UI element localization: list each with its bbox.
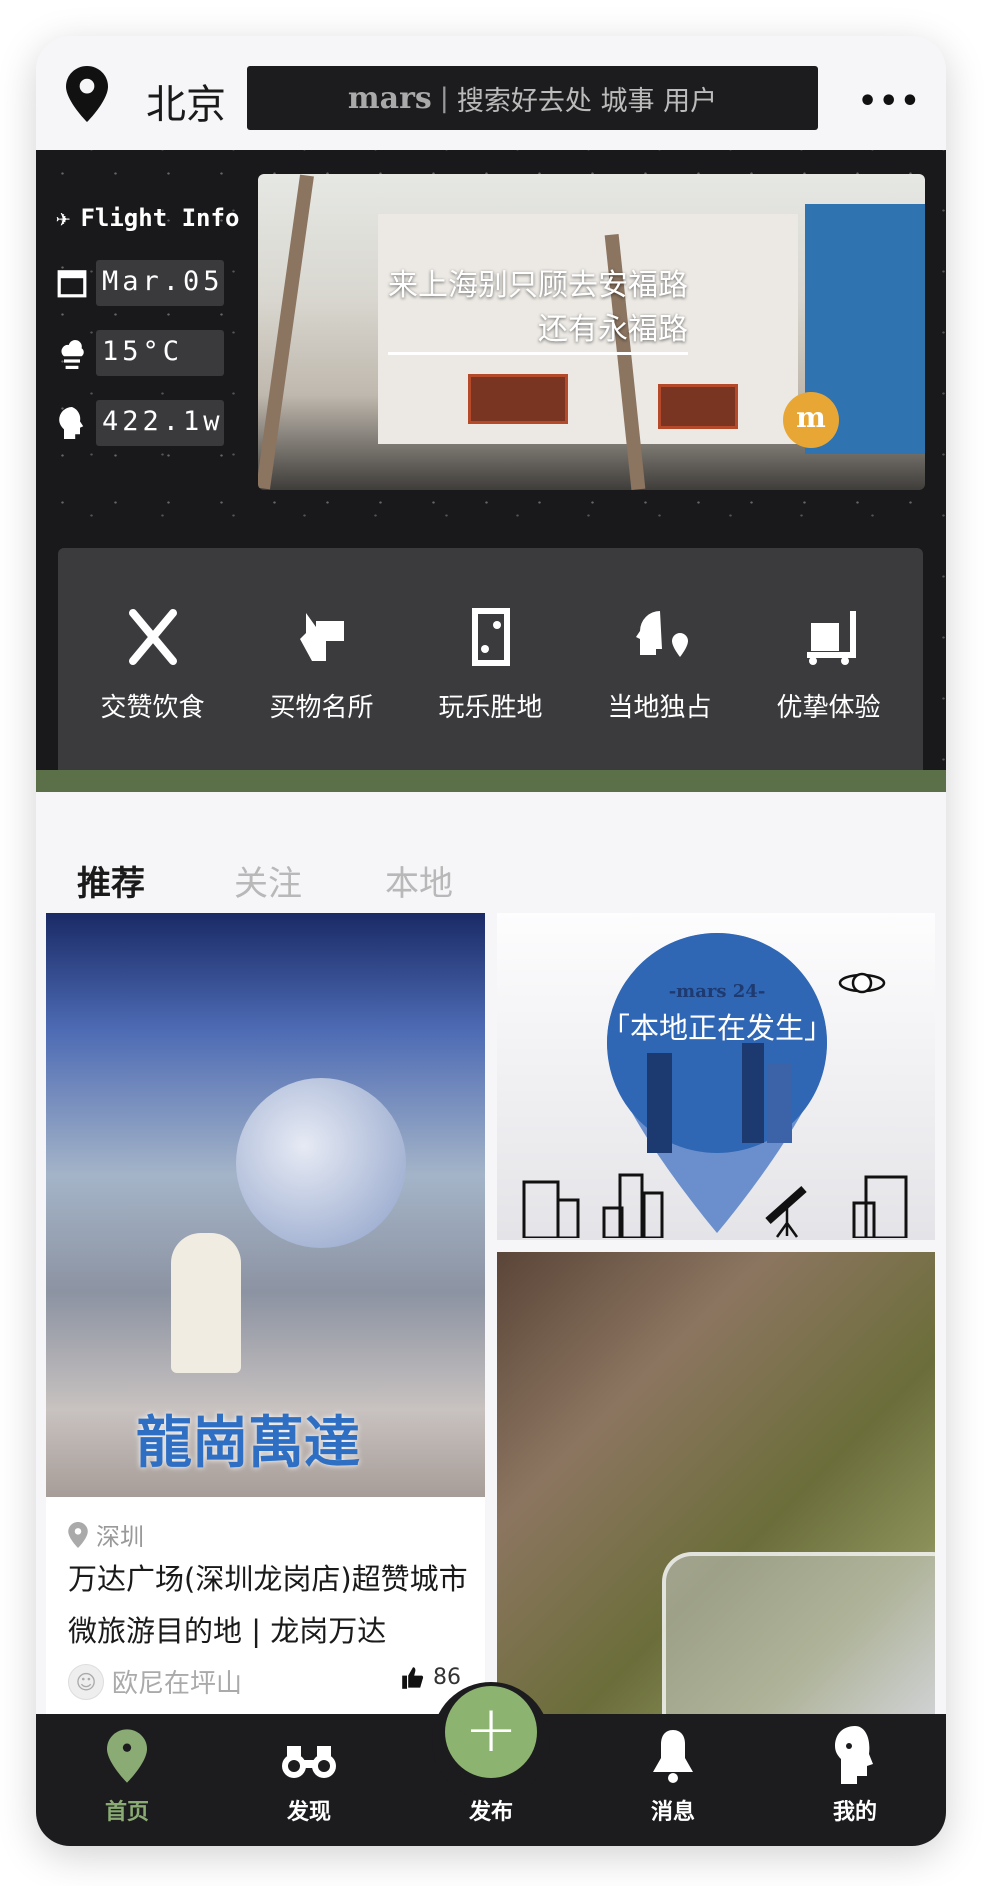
category-food[interactable]: 交赞饮食 — [78, 605, 228, 724]
category-experience[interactable]: 优挚体验 — [754, 605, 904, 724]
banner-caption-line2: 还有永福路 — [388, 308, 688, 355]
category-label: 交赞饮食 — [100, 693, 205, 723]
office-building-icon — [852, 1175, 908, 1238]
search-bar[interactable]: mars | 搜索好去处 城事 用户 — [247, 66, 818, 130]
flight-info-label: ✈ Flight Info — [56, 204, 239, 232]
feed-tabs: 推荐 关注 本地 — [36, 792, 946, 922]
location-pin-icon — [107, 1729, 147, 1783]
calendar-icon — [57, 270, 87, 298]
feed-card-left[interactable]: 龍崗萬達 深圳 万达广场(深圳龙岗店)超赞城市微旅游目的地 | 龙岗万达 ☺ 欧… — [46, 913, 485, 1723]
author-avatar: ☺ — [68, 1663, 104, 1700]
nav-label: 我的 — [832, 1800, 877, 1825]
banner-caption: 来上海别只顾去安福路 还有永福路 — [388, 264, 688, 355]
bell-icon — [653, 1730, 693, 1783]
ticket-icon — [471, 608, 510, 666]
banner-tree — [258, 174, 314, 490]
tab-recommended[interactable]: 推荐 — [77, 856, 145, 905]
planet-icon — [838, 972, 886, 994]
image-child — [171, 1233, 241, 1373]
building-icon — [522, 1180, 580, 1238]
thumbs-up-icon — [402, 1666, 424, 1689]
location-pin-icon[interactable] — [66, 66, 108, 122]
image-moon — [236, 1078, 406, 1248]
luggage-cart-icon — [806, 611, 856, 665]
head-profile-icon — [835, 1726, 873, 1784]
banner-window — [658, 384, 738, 429]
card-title: 万达广场(深圳龙岗店)超赞城市微旅游目的地 | 龙岗万达 — [68, 1562, 468, 1648]
hand-card-icon — [299, 613, 344, 661]
like-button[interactable]: 86 — [401, 1665, 461, 1690]
visitors-value: 422.1w — [96, 400, 224, 446]
phone-frame: 北京 mars | 搜索好去处 城事 用户 ••• ✈ Flight Info … — [36, 36, 946, 1846]
fork-knife-icon — [128, 609, 177, 665]
search-brand: mars — [347, 80, 432, 116]
weather-row: 15°C — [56, 330, 224, 376]
city-selector[interactable]: 北京 — [146, 72, 226, 130]
location-pin-icon — [68, 1521, 88, 1548]
card-location: 深圳 — [68, 1517, 144, 1552]
category-panel: 交赞饮食 买物名所 玩乐胜地 当地独占 优挚体验 — [58, 548, 923, 781]
nav-discover[interactable]: 发现 — [249, 1734, 369, 1826]
location-text: 深圳 — [96, 1523, 144, 1551]
category-shopping[interactable]: 买物名所 — [247, 605, 397, 724]
category-label: 优挚体验 — [776, 693, 881, 723]
visitors-row: 422.1w — [56, 400, 224, 446]
nav-label: 消息 — [650, 1800, 695, 1825]
accent-strip — [36, 770, 946, 792]
feed-card-right-1[interactable]: -mars 24- 「本地正在发生」 — [497, 913, 935, 1240]
head-pin-icon — [635, 611, 688, 657]
card-image: 龍崗萬達 — [46, 913, 485, 1497]
category-label: 当地独占 — [607, 693, 712, 723]
hero-section: ✈ Flight Info Mar.05 15°C 422.1w 来上海别只顾去… — [36, 150, 946, 781]
image-title: 龍崗萬達 — [136, 1411, 360, 1476]
date-value: Mar.05 — [96, 260, 224, 306]
headline: 「本地正在发生」 — [600, 1011, 833, 1045]
category-label: 买物名所 — [269, 693, 374, 723]
author-name: 欧尼在坪山 — [112, 1669, 243, 1699]
nav-messages[interactable]: 消息 — [613, 1728, 733, 1826]
image-glass — [662, 1552, 935, 1722]
flight-info-text: Flight Info — [80, 204, 240, 232]
search-placeholder: 搜索好去处 城事 用户 — [456, 85, 718, 117]
head-profile-icon — [59, 407, 84, 439]
binoculars-icon — [282, 1746, 336, 1778]
tab-following[interactable]: 关注 — [234, 856, 302, 905]
cloud-weather-icon — [61, 340, 84, 369]
tab-local[interactable]: 本地 — [385, 856, 453, 905]
city-buildings-icon — [602, 1173, 664, 1238]
search-divider: | — [439, 82, 449, 114]
category-entertainment[interactable]: 玩乐胜地 — [416, 605, 566, 724]
banner-caption-line1: 来上海别只顾去安福路 — [388, 268, 688, 303]
airplane-icon: ✈ — [56, 204, 71, 232]
telescope-icon — [765, 1186, 807, 1238]
banner-window — [468, 374, 568, 424]
temperature-value: 15°C — [96, 330, 224, 376]
nav-profile[interactable]: 我的 — [795, 1724, 915, 1826]
card-author[interactable]: ☺ 欧尼在坪山 — [68, 1663, 242, 1700]
nav-label: 首页 — [104, 1800, 149, 1825]
category-label: 玩乐胜地 — [438, 693, 543, 723]
banner-logo: m — [783, 392, 839, 448]
publish-fab-button[interactable]: + — [445, 1686, 537, 1778]
top-bar: 北京 mars | 搜索好去处 城事 用户 ••• — [36, 36, 946, 150]
nav-label: 发现 — [286, 1800, 331, 1825]
category-local-exclusive[interactable]: 当地独占 — [585, 605, 735, 724]
brand-label: -mars 24- — [668, 981, 766, 1002]
featured-banner[interactable]: 来上海别只顾去安福路 还有永福路 m — [258, 174, 925, 490]
more-button[interactable]: ••• — [858, 84, 922, 119]
feed-card-right-2[interactable] — [497, 1252, 935, 1722]
date-row: Mar.05 — [56, 260, 224, 306]
nav-home[interactable]: 首页 — [67, 1728, 187, 1826]
like-count: 86 — [433, 1665, 461, 1690]
